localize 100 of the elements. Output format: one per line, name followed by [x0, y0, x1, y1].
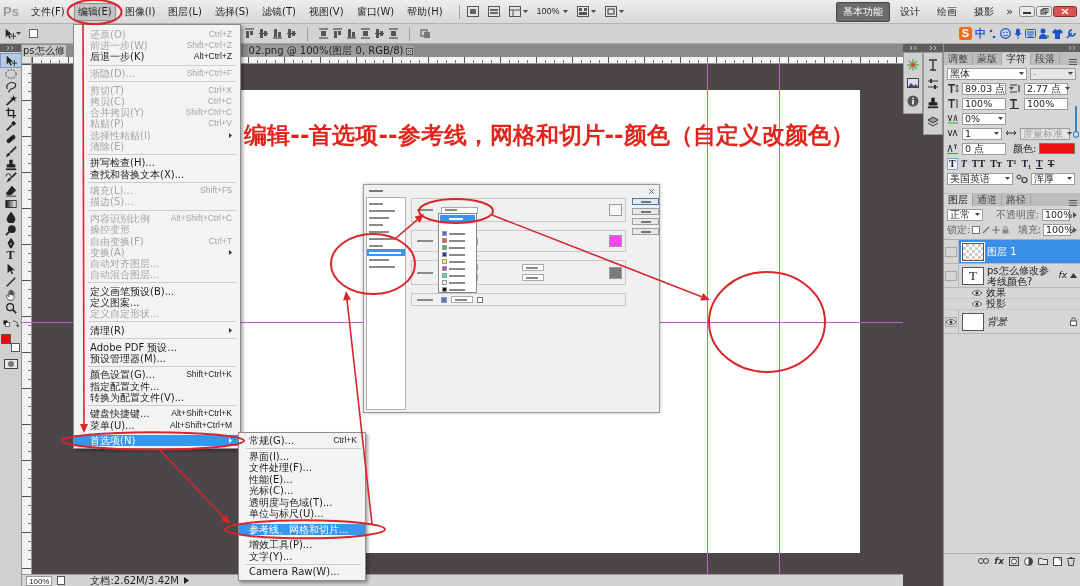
info-icon[interactable] — [907, 95, 919, 107]
text-style-button[interactable]: T — [1034, 157, 1045, 170]
menu-item[interactable]: 预设管理器(M)... — [74, 352, 240, 364]
menu-item[interactable]: 指定配置文件... — [74, 380, 240, 392]
language-dropdown[interactable]: 美国英语 — [947, 172, 1013, 185]
menu-item[interactable]: 文字(Y)... — [239, 550, 365, 562]
visibility-toggle[interactable] — [945, 316, 957, 327]
panel-menu-icon[interactable] — [1069, 59, 1077, 65]
adjustment-icon[interactable] — [1024, 556, 1033, 566]
more-workspaces-button[interactable]: » — [1006, 4, 1013, 19]
panel-tab[interactable]: 图层 — [944, 194, 973, 206]
fill-field[interactable]: 100% — [1043, 223, 1071, 236]
arrange-icon[interactable] — [576, 6, 589, 17]
default-colors-icon[interactable] — [2, 320, 19, 327]
menu-item[interactable]: 清理(R) — [74, 324, 240, 336]
move-tool[interactable] — [0, 54, 21, 67]
kerning-dropdown[interactable]: 1 — [962, 127, 1002, 140]
menu-item[interactable]: Adobe PDF 预设... — [74, 341, 240, 353]
zoom-dropdown[interactable]: 100% — [536, 6, 568, 17]
sliders-icon[interactable] — [927, 78, 939, 90]
picture-icon[interactable] — [907, 78, 919, 88]
link-icon[interactable] — [978, 558, 990, 564]
menu-item[interactable]: 文件处理(F)... — [239, 462, 365, 474]
menu-item[interactable]: 窗口(W) — [352, 2, 399, 21]
layout-icon[interactable] — [508, 6, 521, 17]
menu-item[interactable]: 编辑(E) — [73, 2, 116, 21]
person-icon[interactable] — [1039, 28, 1049, 39]
menu-item[interactable]: 文件(F) — [27, 2, 69, 21]
text-style-button[interactable]: T — [958, 157, 969, 170]
vertical-scale-field[interactable]: 100% — [962, 97, 1006, 110]
expand-arrow-icon[interactable] — [184, 577, 189, 584]
background-swatch[interactable] — [11, 343, 20, 352]
distribute-icon[interactable] — [318, 28, 329, 39]
wrench-icon[interactable] — [1066, 28, 1076, 39]
menu-item[interactable]: 常规(G)... Ctrl+K — [239, 435, 365, 447]
collapse-icon[interactable] — [1069, 46, 1076, 50]
menu-item[interactable]: 光标(C)... — [239, 485, 365, 497]
workspace-button[interactable]: 绘画 — [930, 1, 965, 22]
effects-button[interactable]: fx — [994, 555, 1004, 567]
tracking-dropdown[interactable]: 0% — [962, 112, 1006, 125]
burst-icon[interactable] — [907, 59, 919, 71]
menu-item[interactable]: 键盘快捷键... Alt+Shift+Ctrl+K — [74, 408, 240, 420]
restore-icon[interactable] — [1036, 6, 1052, 17]
baseline-shift-field[interactable]: 0 点 — [962, 142, 1006, 155]
effect-row[interactable]: 效果 — [944, 288, 1080, 299]
menu-item[interactable]: 定义图案... — [74, 296, 240, 309]
menu-item[interactable]: 查找和替换文本(X)... — [74, 168, 240, 180]
type-tool[interactable]: T — [0, 249, 21, 262]
document-tab[interactable]: 02.png @ 100%(图层 0, RGB/8) — [247, 45, 415, 57]
menu-item[interactable]: 转换为配置文件(V)... — [74, 391, 240, 403]
new-layer-icon[interactable] — [1053, 556, 1062, 566]
visibility-toggle[interactable] — [945, 270, 957, 281]
panel-tab[interactable]: 段落 — [1031, 53, 1060, 65]
layer-row[interactable]: 背景 — [944, 310, 1080, 334]
move-icon[interactable] — [4, 27, 16, 40]
screen-mode-icon[interactable] — [604, 6, 617, 17]
trash-icon[interactable] — [1067, 556, 1075, 566]
workspace-button[interactable]: 设计 — [893, 1, 928, 22]
text-style-button[interactable]: T₁ — [1019, 157, 1034, 170]
workspace-button[interactable]: 摄影 — [967, 1, 1002, 22]
layers-stack-icon[interactable] — [927, 116, 939, 128]
stamp-icon[interactable] — [927, 97, 939, 109]
align-icon[interactable] — [272, 28, 283, 39]
folder-icon[interactable] — [1038, 557, 1048, 565]
shirt-icon[interactable] — [1052, 28, 1063, 39]
text-color-swatch[interactable] — [1039, 143, 1076, 154]
frame-icon[interactable] — [466, 6, 479, 17]
menu-item[interactable]: 图层(L) — [164, 2, 206, 21]
menu-item[interactable]: 增效工具(P)... — [239, 539, 365, 551]
menu-item[interactable]: 透明度与色域(T)... — [239, 496, 365, 508]
align-icon[interactable] — [258, 28, 269, 39]
document-icon[interactable] — [57, 576, 66, 585]
lock-pixels-icon[interactable] — [972, 225, 981, 234]
align-icon[interactable] — [244, 28, 255, 39]
minimize-icon[interactable] — [1019, 6, 1035, 17]
menu-item[interactable]: 界面(I)... — [239, 450, 365, 462]
text-style-button[interactable]: T¹ — [1004, 157, 1019, 170]
text-style-button[interactable]: TT — [969, 157, 988, 170]
horizontal-scale-field[interactable]: 100% — [1024, 97, 1068, 110]
menu-item[interactable]: 拼写检查(H)... — [74, 157, 240, 169]
foreground-swatch[interactable] — [1, 334, 11, 344]
menu-item[interactable]: 颜色设置(G)... Shift+Ctrl+K — [74, 369, 240, 381]
keyboard-icon[interactable] — [1025, 29, 1036, 38]
lock-paint-icon[interactable] — [982, 225, 991, 234]
text-style-button[interactable]: T — [1045, 157, 1057, 170]
close-icon[interactable] — [406, 47, 414, 55]
panel-tab[interactable]: 调整 — [944, 53, 973, 65]
distribute-icon[interactable] — [332, 28, 343, 39]
menu-item[interactable]: 单位与标尺(U)... — [239, 508, 365, 520]
strip-icon[interactable] — [487, 6, 500, 17]
text-style-button[interactable]: Tᴛ — [988, 157, 1004, 170]
text-style-button[interactable]: T — [947, 157, 958, 170]
stepper-arrow-icon[interactable] — [1073, 226, 1077, 233]
distribute-icon[interactable] — [346, 28, 357, 39]
menu-item[interactable]: 选择(S) — [210, 2, 253, 21]
menu-item[interactable]: 定义画笔预设(B)... — [74, 285, 240, 297]
panel-tab[interactable]: 字符 — [1002, 53, 1031, 65]
opacity-field[interactable]: 100% — [1042, 208, 1070, 221]
expand-caret-icon[interactable] — [1070, 273, 1077, 278]
distribute-icon[interactable] — [388, 28, 399, 39]
